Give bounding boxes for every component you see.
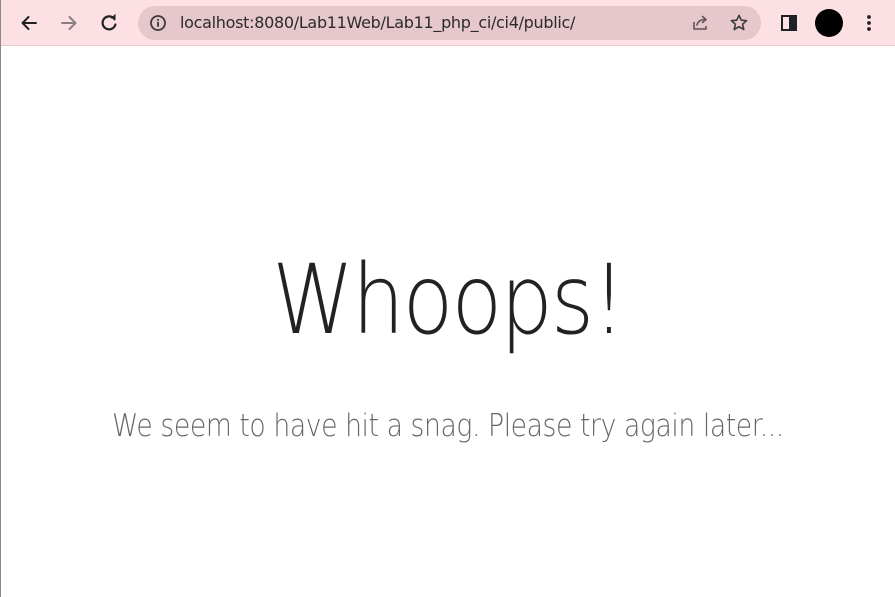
- bookmark-button[interactable]: [727, 11, 751, 35]
- browser-window: localhost:8080/Lab11Web/Lab11_php_ci/ci4…: [0, 0, 895, 597]
- star-icon: [730, 14, 748, 31]
- site-info-button[interactable]: [148, 13, 168, 33]
- arrow-right-icon: [61, 16, 77, 30]
- browser-toolbar: localhost:8080/Lab11Web/Lab11_php_ci/ci4…: [1, 0, 895, 46]
- info-icon: [150, 15, 166, 31]
- reload-icon: [101, 13, 117, 31]
- url-text[interactable]: localhost:8080/Lab11Web/Lab11_php_ci/ci4…: [180, 6, 575, 40]
- error-message: We seem to have hit a snag. Please try a…: [112, 408, 784, 444]
- share-icon: [693, 15, 707, 30]
- side-panel-icon: [781, 15, 797, 31]
- avatar: [815, 9, 843, 37]
- address-bar[interactable]: localhost:8080/Lab11Web/Lab11_php_ci/ci4…: [138, 6, 761, 40]
- page-content: Whoops! We seem to have hit a snag. Plea…: [1, 47, 895, 597]
- error-heading: Whoops!: [272, 244, 625, 356]
- kebab-menu-icon: [867, 15, 871, 31]
- arrow-left-icon: [21, 16, 37, 30]
- reload-button[interactable]: [93, 7, 125, 39]
- forward-button[interactable]: [53, 7, 85, 39]
- profile-button[interactable]: [813, 7, 845, 39]
- back-button[interactable]: [13, 7, 45, 39]
- share-button[interactable]: [688, 11, 712, 35]
- menu-button[interactable]: [853, 7, 885, 39]
- side-panel-button[interactable]: [773, 7, 805, 39]
